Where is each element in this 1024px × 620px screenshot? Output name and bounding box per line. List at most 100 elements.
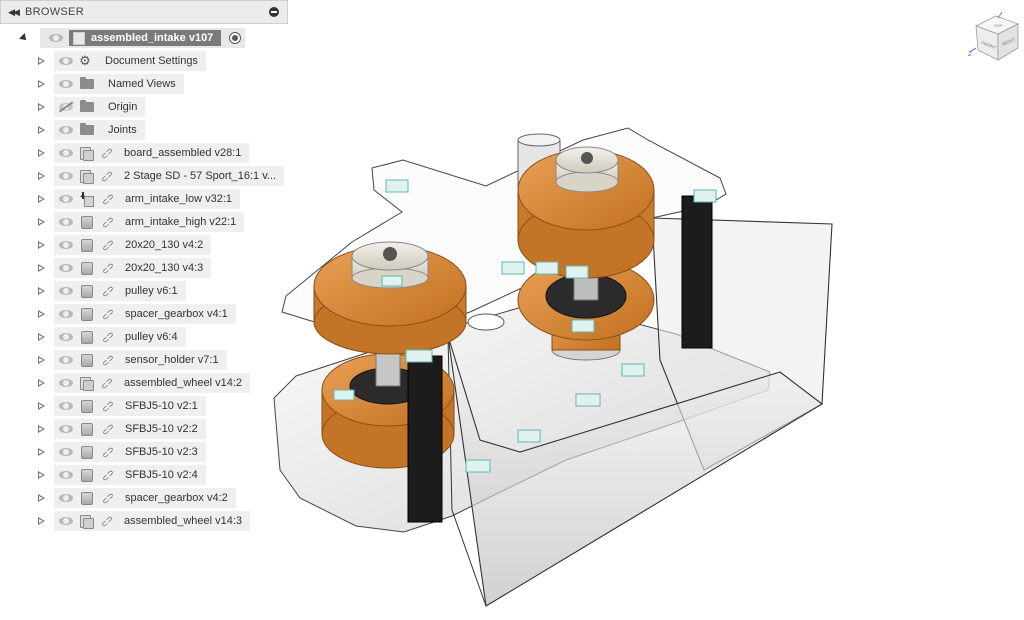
body-icon (81, 491, 93, 505)
browser-tree-item-body[interactable]: ⊂⊃ sensor_holder v7:1 (54, 350, 227, 370)
root-node[interactable]: assembled_intake v107 (40, 28, 246, 48)
visibility-eye-icon[interactable] (59, 149, 73, 157)
expand-chevron-icon[interactable] (38, 356, 45, 364)
link-icon: ⊂⊃ (99, 168, 115, 184)
visibility-eye-icon[interactable] (59, 402, 73, 410)
view-cube-top-label: TOP (994, 23, 1002, 28)
expand-chevron-icon[interactable] (38, 333, 45, 341)
visibility-eye-icon[interactable] (59, 126, 73, 134)
visibility-eye-icon[interactable] (59, 80, 73, 88)
root-label: assembled_intake v107 (91, 32, 214, 44)
visibility-eye-icon[interactable] (59, 379, 73, 387)
browser-tree-item-body[interactable]: ⊂⊃ SFBJ5-10 v2:4 (54, 465, 206, 485)
visibility-eye-icon[interactable] (59, 517, 73, 525)
expand-chevron-icon[interactable] (38, 218, 45, 226)
expand-chevron-icon[interactable] (38, 379, 45, 387)
body-icon (81, 422, 93, 436)
link-icon: ⊂⊃ (100, 421, 116, 437)
browser-tree-item-label: 20x20_130 v4:2 (125, 239, 204, 251)
visibility-eye-icon[interactable] (59, 264, 73, 272)
link-icon: ⊂⊃ (100, 398, 116, 414)
browser-tree-item-label: pulley v6:1 (125, 285, 178, 297)
visibility-eye-icon[interactable] (59, 172, 73, 180)
browser-tree-item-body[interactable]: ⊂⊃ 20x20_130 v4:2 (54, 235, 212, 255)
expand-chevron-icon[interactable] (38, 425, 45, 433)
visibility-eye-icon[interactable] (59, 448, 73, 456)
browser-tree-item-body[interactable]: ⊂⊃ assembled_wheel v14:2 (54, 373, 251, 393)
browser-tree-item-body[interactable]: ⊂⊃ arm_intake_high v22:1 (54, 212, 245, 232)
collapse-root-icon[interactable] (19, 33, 29, 43)
browser-tree-item-body[interactable]: ⊂⊃ SFBJ5-10 v2:2 (54, 419, 206, 439)
browser-tree-item-body[interactable]: ⊂⊃ spacer_gearbox v4:2 (54, 488, 236, 508)
expand-chevron-icon[interactable] (38, 149, 45, 157)
browser-tree-item-body[interactable]: Joints (54, 120, 145, 140)
browser-tree-item-label: Origin (108, 101, 138, 113)
expand-chevron-icon[interactable] (38, 471, 45, 479)
model-viewport[interactable] (260, 110, 840, 610)
visibility-eye-icon[interactable] (49, 34, 63, 42)
browser-tree-item-body[interactable]: ⊂⊃ board_assembled v28:1 (54, 143, 250, 163)
expand-chevron-icon[interactable] (38, 80, 45, 88)
expand-chevron-icon[interactable] (38, 517, 45, 525)
visibility-eye-icon[interactable] (59, 310, 73, 318)
expand-chevron-icon[interactable] (38, 126, 45, 134)
browser-tree-item-body[interactable]: ⊂⊃ 2 Stage SD - 57 Sport_16:1 v... (54, 166, 285, 186)
visibility-eye-icon[interactable] (59, 287, 73, 295)
browser-title: BROWSER (25, 6, 84, 18)
right-extrusion[interactable] (681, 195, 713, 349)
browser-tree-item-body[interactable]: Named Views (54, 74, 184, 94)
link-icon: ⊂⊃ (100, 490, 116, 506)
browser-tree-item-body[interactable]: ⊂⊃ assembled_wheel v14:3 (54, 511, 251, 531)
expand-chevron-icon[interactable] (38, 195, 45, 203)
link-icon: ⊂⊃ (99, 513, 115, 529)
folder-icon (80, 123, 94, 135)
browser-tree-item-body[interactable]: ⊂⊃ pulley v6:4 (54, 327, 186, 347)
expand-chevron-icon[interactable] (38, 103, 45, 111)
expand-chevron-icon[interactable] (38, 172, 45, 180)
expand-chevron-icon[interactable] (38, 57, 45, 65)
minimize-browser-icon[interactable] (269, 7, 279, 17)
visibility-eye-icon[interactable] (59, 218, 73, 226)
visibility-eye-icon[interactable] (59, 195, 73, 203)
left-extrusion[interactable] (407, 355, 443, 523)
activate-radio-icon[interactable] (229, 32, 242, 44)
browser-tree-item-body[interactable]: Origin (54, 97, 146, 117)
visibility-eye-icon[interactable] (59, 356, 73, 364)
collapse-browser-icon[interactable]: ◀◀ (1, 7, 25, 18)
root-component-name[interactable]: assembled_intake v107 (69, 30, 222, 46)
tree-root-row[interactable]: assembled_intake v107 (18, 28, 246, 48)
link-icon: ⊂⊃ (100, 329, 116, 345)
visibility-eye-icon[interactable] (59, 471, 73, 479)
visibility-eye-icon[interactable] (59, 241, 73, 249)
browser-tree-item-body[interactable]: ⊂⊃ arm_intake_low v32:1 (54, 189, 241, 209)
expand-chevron-icon[interactable] (38, 402, 45, 410)
expand-chevron-icon[interactable] (38, 494, 45, 502)
body-icon (81, 215, 93, 229)
plate-hole (467, 313, 505, 331)
browser-tree-item-label: 20x20_130 v4:3 (125, 262, 204, 274)
expand-chevron-icon[interactable] (38, 310, 45, 318)
visibility-eye-icon[interactable] (59, 494, 73, 502)
body-icon (81, 307, 93, 321)
expand-chevron-icon[interactable] (38, 264, 45, 272)
visibility-eye-icon[interactable] (59, 333, 73, 341)
visibility-eye-icon[interactable] (59, 57, 73, 65)
browser-tree-item-label: assembled_wheel v14:2 (124, 377, 243, 389)
visibility-hidden-eye-icon[interactable] (59, 103, 73, 111)
view-cube[interactable]: TOP FRONT RIGHT Z (968, 12, 1024, 68)
browser-tree-item-body[interactable]: ⊂⊃ SFBJ5-10 v2:3 (54, 442, 206, 462)
visibility-eye-icon[interactable] (59, 425, 73, 433)
browser-tree-item-label: SFBJ5-10 v2:2 (125, 423, 198, 435)
link-icon: ⊂⊃ (100, 444, 116, 460)
browser-tree-item-label: 2 Stage SD - 57 Sport_16:1 v... (124, 170, 277, 182)
link-icon: ⊂⊃ (100, 467, 116, 483)
expand-chevron-icon[interactable] (38, 287, 45, 295)
gear-icon: ⚙ (79, 53, 91, 68)
browser-tree-item-body[interactable]: ⊂⊃ pulley v6:1 (54, 281, 186, 301)
browser-tree-item-body[interactable]: ⊂⊃ 20x20_130 v4:3 (54, 258, 212, 278)
expand-chevron-icon[interactable] (38, 448, 45, 456)
expand-chevron-icon[interactable] (38, 241, 45, 249)
browser-tree-item-body[interactable]: ⊂⊃ SFBJ5-10 v2:1 (54, 396, 206, 416)
browser-tree-item-body[interactable]: ⊂⊃ spacer_gearbox v4:1 (54, 304, 236, 324)
browser-tree-item-body[interactable]: ⚙ Document Settings (54, 51, 206, 71)
